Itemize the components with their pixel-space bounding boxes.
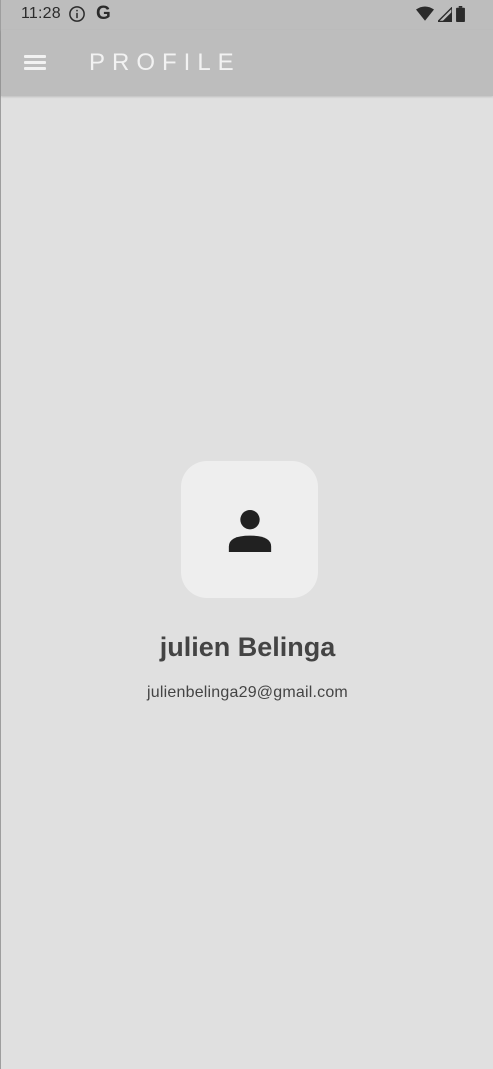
status-bar: 11:28 G — [1, 0, 493, 30]
hamburger-menu-icon — [24, 55, 46, 58]
status-time: 11:28 — [21, 5, 61, 22]
status-icons — [416, 5, 465, 23]
info-icon — [69, 6, 85, 22]
page-title: PROFILE — [89, 49, 241, 76]
user-name: julien Belinga — [159, 632, 336, 662]
app-bar: PROFILE — [1, 30, 493, 96]
avatar — [181, 461, 318, 598]
signal-icon — [438, 6, 452, 22]
user-email: julienbelinga29@gmail.com — [147, 684, 348, 701]
menu-button[interactable] — [15, 44, 55, 80]
profile-screen: 11:28 G PROFILE julien Belinga julienbel… — [0, 0, 493, 1069]
battery-icon — [456, 6, 465, 22]
wifi-icon — [416, 6, 434, 21]
person-icon — [228, 509, 271, 552]
google-g-icon: G — [96, 3, 111, 24]
